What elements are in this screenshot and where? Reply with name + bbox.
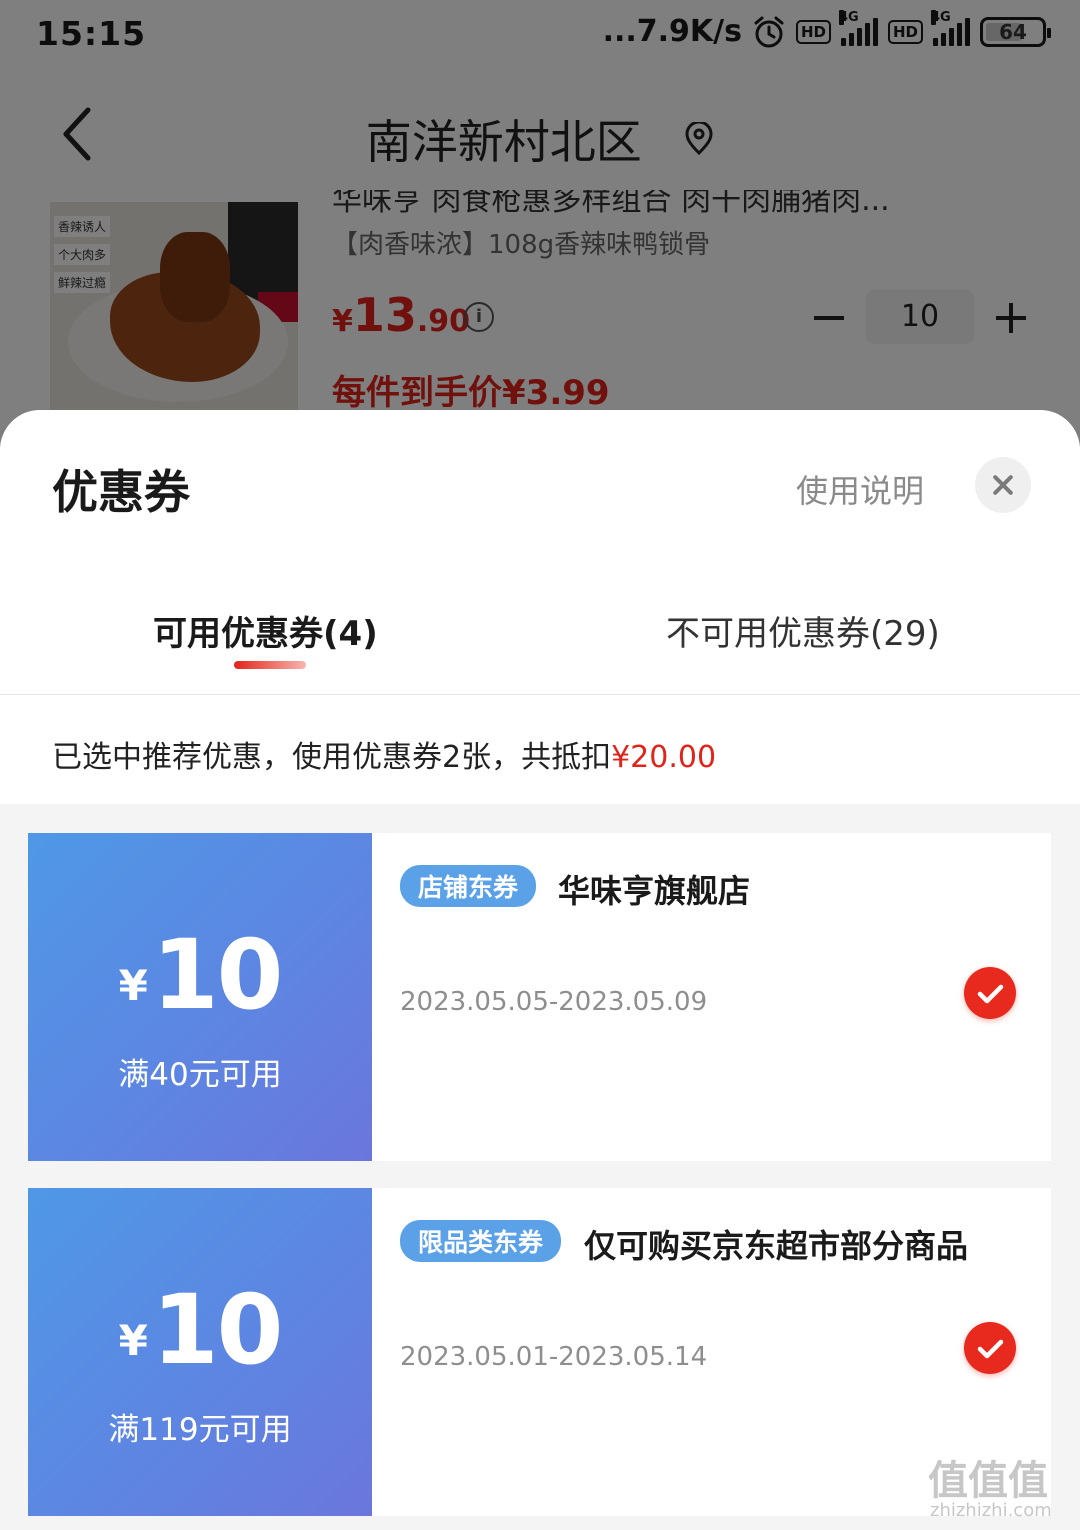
coupon-amount: ¥10 (118, 1274, 284, 1386)
watermark-logo: 值值值 (928, 1458, 1048, 1504)
coupon-validity: 2023.05.01-2023.05.14 (400, 1342, 708, 1372)
tab-available-coupons[interactable]: 可用优惠券(4) (153, 606, 378, 655)
check-icon[interactable] (964, 1322, 1016, 1374)
coupon-condition: 满40元可用 (118, 1057, 282, 1093)
tab-unavailable-coupons[interactable]: 不可用优惠券(29) (666, 606, 940, 655)
coupon-validity: 2023.05.05-2023.05.09 (400, 987, 708, 1017)
coupon-store-name: 华味亨旗舰店 (558, 872, 751, 910)
check-icon[interactable] (964, 967, 1016, 1019)
tab-indicator (234, 661, 306, 669)
coupon-value-panel: ¥10 满119元可用 (21, 1188, 372, 1516)
coupon-condition: 满119元可用 (108, 1412, 292, 1448)
coupon-amount: ¥10 (118, 919, 284, 1031)
coupon-value-panel: ¥10 满40元可用 (21, 833, 372, 1161)
coupon-type-badge: 店铺东券 (400, 865, 537, 907)
coupon-sheet: 优惠券 使用说明 可用优惠券(4) 不可用优惠券(29) 已选中推荐优惠，使用优… (0, 410, 1080, 1530)
sheet-title: 优惠券 (52, 465, 190, 519)
discount-amount: ¥20.00 (611, 740, 717, 775)
close-icon[interactable] (975, 457, 1031, 513)
selection-summary: 已选中推荐优惠，使用优惠券2张，共抵扣¥20.00 (52, 740, 717, 775)
coupon-scope: 仅可购买京东超市部分商品 (584, 1227, 969, 1265)
dim-overlay[interactable] (0, 0, 1080, 430)
coupon-card[interactable]: ¥10 满40元可用 店铺东券 华味亨旗舰店 2023.05.05-2023.0… (21, 833, 1051, 1161)
coupon-card[interactable]: ¥10 满119元可用 限品类东券 仅可购买京东超市部分商品 2023.05.0… (21, 1188, 1051, 1516)
watermark-url: zhizhizhi.com (930, 1500, 1052, 1521)
sheet-header: 优惠券 使用说明 可用优惠券(4) 不可用优惠券(29) 已选中推荐优惠，使用优… (0, 410, 1080, 804)
usage-instructions-link[interactable]: 使用说明 (796, 466, 924, 512)
divider (0, 694, 1080, 695)
